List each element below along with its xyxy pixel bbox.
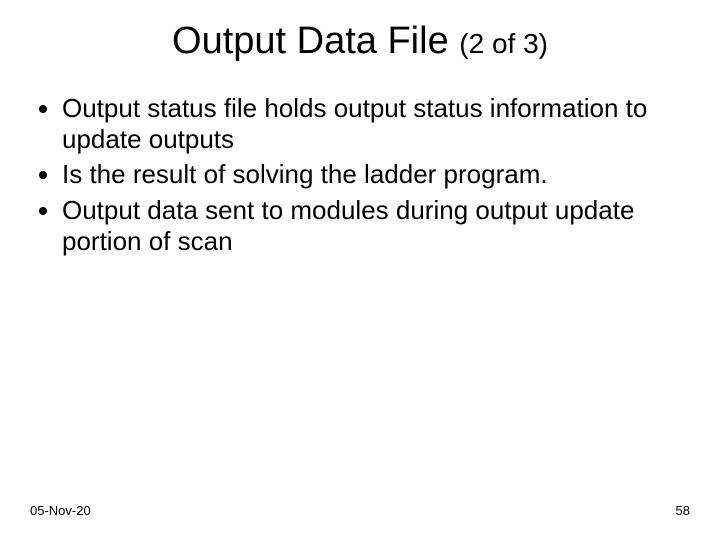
footer-date: 05-Nov-20 bbox=[30, 503, 91, 518]
slide-body: Output status file holds output status i… bbox=[0, 63, 720, 257]
bullet-item: Output data sent to modules during outpu… bbox=[62, 195, 690, 257]
bullet-item: Output status file holds output status i… bbox=[62, 93, 690, 155]
footer-page-number: 58 bbox=[676, 503, 690, 518]
title-sub: (2 of 3) bbox=[459, 28, 548, 59]
bullet-item: Is the result of solving the ladder prog… bbox=[62, 159, 690, 190]
slide-title: Output Data File (2 of 3) bbox=[0, 0, 720, 63]
slide: Output Data File (2 of 3) Output status … bbox=[0, 0, 720, 540]
title-main: Output Data File bbox=[172, 20, 459, 62]
bullet-list: Output status file holds output status i… bbox=[30, 93, 690, 257]
slide-footer: 05-Nov-20 58 bbox=[0, 503, 720, 518]
